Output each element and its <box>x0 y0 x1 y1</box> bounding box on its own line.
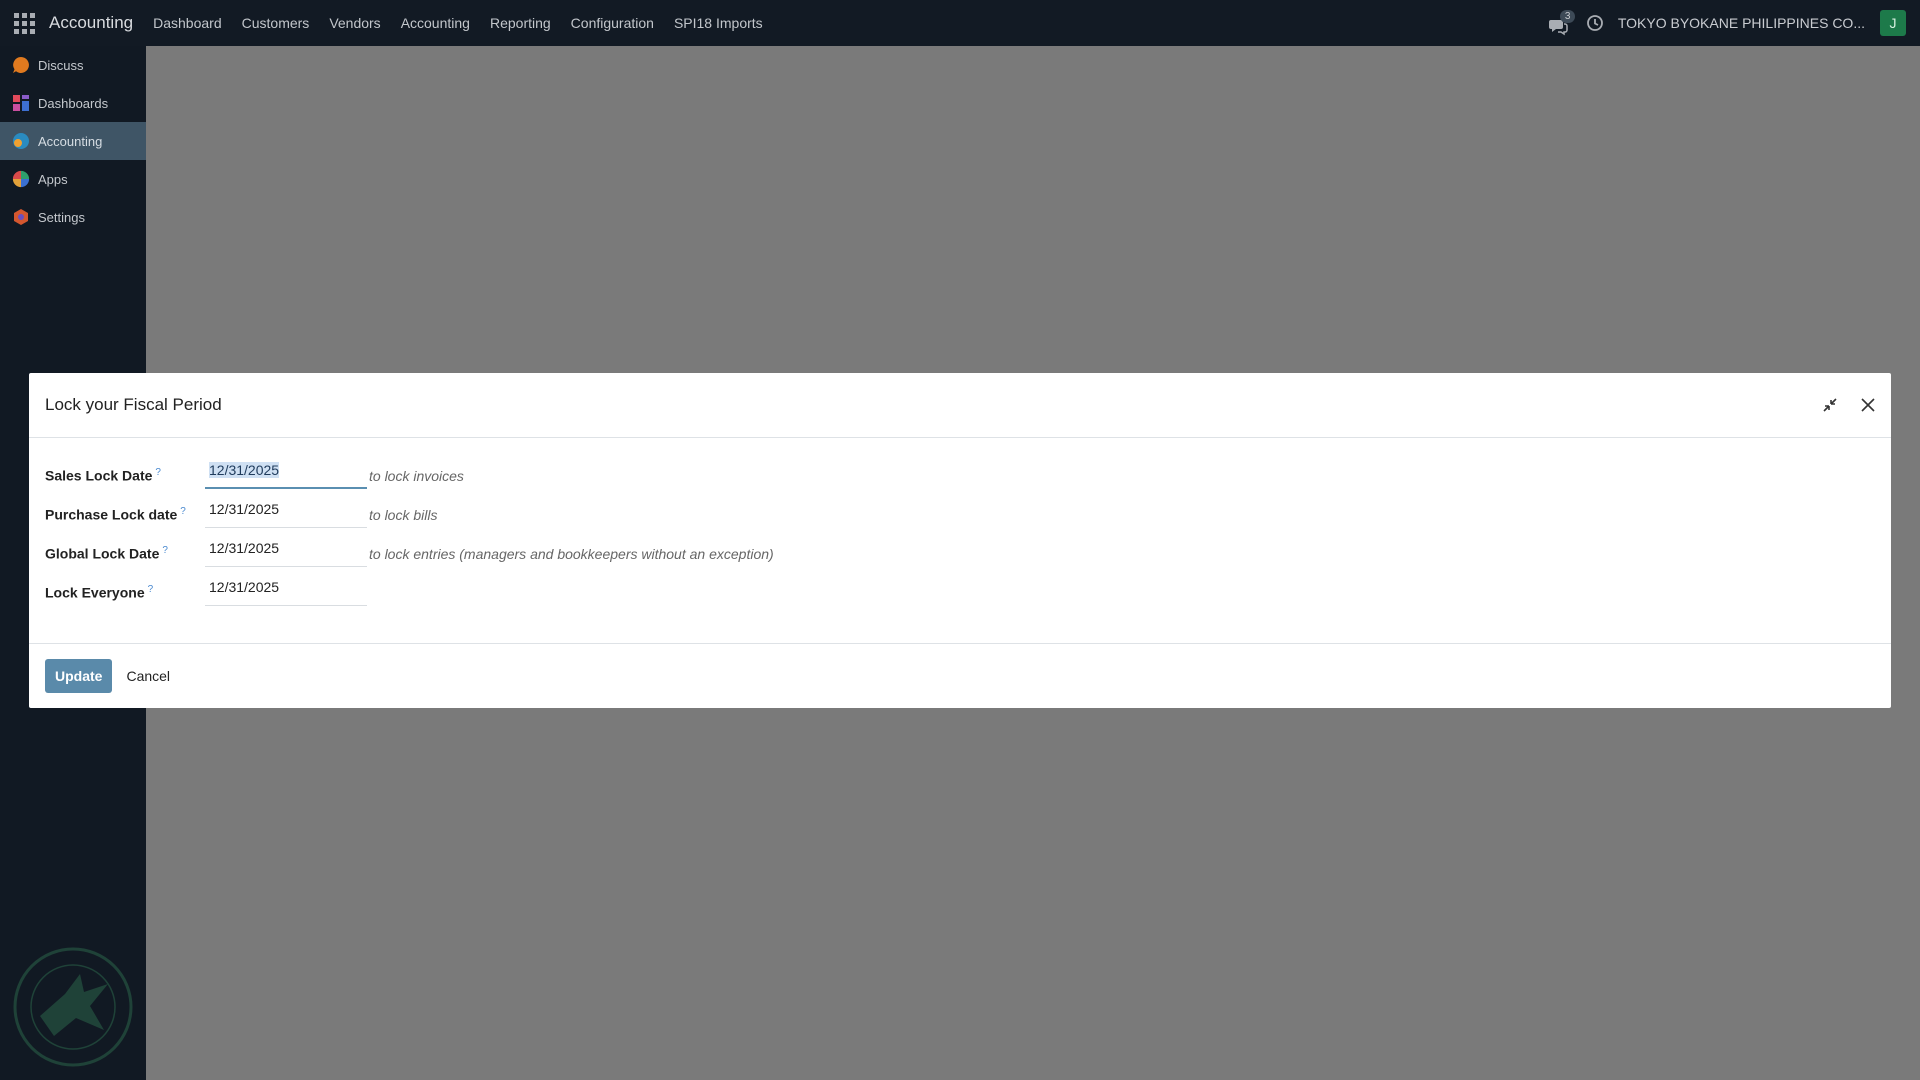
company-seal-logo <box>13 947 133 1067</box>
sidebar-item-dashboards[interactable]: Dashboards <box>0 84 146 122</box>
field-hint: to lock invoices <box>369 467 464 484</box>
company-switcher[interactable]: TOKYO BYOKANE PHILIPPINES CO... <box>1618 15 1865 31</box>
settings-icon <box>12 208 30 226</box>
chat-icon[interactable]: 3 <box>1548 10 1576 36</box>
field-row-lock-everyone: Lock Everyone? 12/31/2025 <box>45 573 1891 612</box>
dialog-body: Sales Lock Date? 12/31/2025 to lock invo… <box>29 438 1891 606</box>
purchase-lock-date-input[interactable]: 12/31/2025 <box>205 501 367 528</box>
lock-fiscal-period-dialog: Lock your Fiscal Period Sales Lock Date?… <box>29 373 1891 708</box>
nav-spi18-imports[interactable]: SPI18 Imports <box>674 15 763 31</box>
field-label: Global Lock Date? <box>45 545 168 562</box>
cancel-button[interactable]: Cancel <box>126 668 170 684</box>
sales-lock-date-input[interactable]: 12/31/2025 <box>205 462 367 489</box>
sidebar-item-label: Discuss <box>38 57 84 73</box>
field-row-sales-lock: Sales Lock Date? 12/31/2025 to lock invo… <box>45 456 1891 495</box>
field-hint: to lock bills <box>369 506 438 523</box>
nav-reporting[interactable]: Reporting <box>490 15 551 31</box>
nav-configuration[interactable]: Configuration <box>571 15 654 31</box>
update-button[interactable]: Update <box>45 659 113 693</box>
clock-icon[interactable] <box>1586 14 1604 32</box>
field-row-global-lock: Global Lock Date? 12/31/2025 to lock ent… <box>45 534 1891 573</box>
accounting-icon <box>12 132 30 150</box>
sidebar-item-label: Apps <box>38 171 68 187</box>
collapse-icon[interactable] <box>1819 394 1841 416</box>
field-label: Sales Lock Date? <box>45 467 161 484</box>
apps-icon <box>12 170 30 188</box>
top-navbar: Accounting Dashboard Customers Vendors A… <box>0 0 1920 46</box>
dialog-title: Lock your Fiscal Period <box>45 395 222 414</box>
help-tooltip-icon[interactable]: ? <box>148 584 154 595</box>
nav-customers[interactable]: Customers <box>242 15 310 31</box>
global-lock-date-input[interactable]: 12/31/2025 <box>205 540 367 567</box>
help-tooltip-icon[interactable]: ? <box>155 467 161 478</box>
sidebar-item-accounting[interactable]: Accounting <box>0 122 146 160</box>
nav-dashboard[interactable]: Dashboard <box>153 15 222 31</box>
sidebar-item-label: Dashboards <box>38 95 109 111</box>
nav-vendors[interactable]: Vendors <box>329 15 380 31</box>
field-label: Purchase Lock date? <box>45 506 186 523</box>
sidebar-item-discuss[interactable]: Discuss <box>0 46 146 84</box>
chat-count-badge: 3 <box>1559 10 1576 23</box>
field-hint: to lock entries (managers and bookkeeper… <box>369 545 774 562</box>
discuss-icon <box>12 56 30 74</box>
sidebar-item-label: Accounting <box>38 133 103 149</box>
dialog-footer: Update Cancel <box>29 643 1891 708</box>
user-avatar[interactable]: J <box>1880 10 1906 36</box>
close-icon[interactable] <box>1857 394 1879 416</box>
field-label: Lock Everyone? <box>45 584 154 601</box>
help-tooltip-icon[interactable]: ? <box>162 545 168 556</box>
field-row-purchase-lock: Purchase Lock date? 12/31/2025 to lock b… <box>45 495 1891 534</box>
sidebar-item-apps[interactable]: Apps <box>0 160 146 198</box>
nav-accounting[interactable]: Accounting <box>401 15 470 31</box>
sidebar-item-label: Settings <box>38 209 85 225</box>
app-brand[interactable]: Accounting <box>49 13 133 33</box>
app-grid-icon[interactable] <box>12 11 36 35</box>
dashboards-icon <box>12 94 30 112</box>
sidebar-item-settings[interactable]: Settings <box>0 198 146 236</box>
lock-everyone-date-input[interactable]: 12/31/2025 <box>205 579 367 606</box>
dialog-header: Lock your Fiscal Period <box>29 373 1891 438</box>
help-tooltip-icon[interactable]: ? <box>180 506 186 517</box>
